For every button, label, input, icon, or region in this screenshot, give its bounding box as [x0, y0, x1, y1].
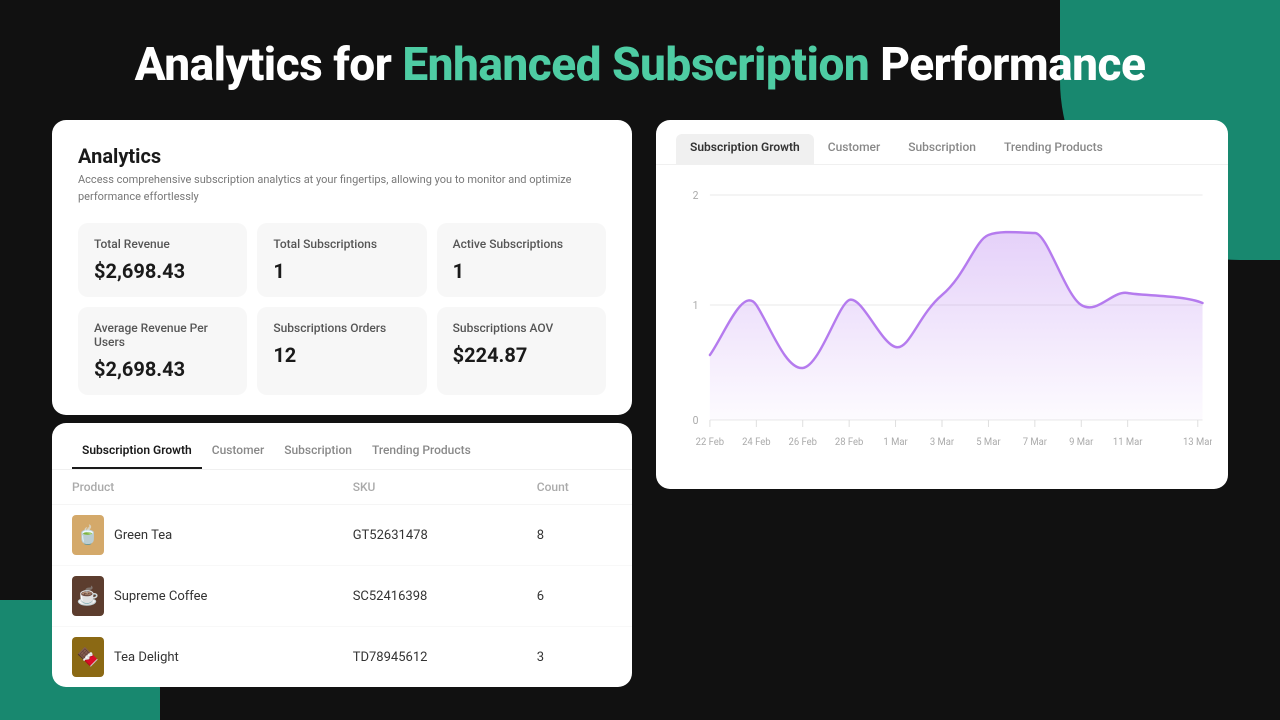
product-sku-2: TD78945612	[333, 627, 517, 688]
product-name-0: Green Tea	[114, 528, 172, 543]
svg-text:11 Mar: 11 Mar	[1113, 437, 1143, 448]
chart-card: Subscription GrowthCustomerSubscriptionT…	[656, 120, 1228, 489]
left-panel: Analytics Access comprehensive subscript…	[52, 120, 632, 687]
chart-tab-0[interactable]: Subscription Growth	[676, 134, 814, 164]
product-table: ProductSKUCount 🍵 Green Tea GT526314788 ☕ Su…	[52, 470, 632, 687]
subscription-growth-chart: 2 1 0	[672, 175, 1212, 475]
metrics-grid: Total Revenue $2,698.43 Total Subscription…	[78, 223, 606, 395]
svg-text:5 Mar: 5 Mar	[976, 437, 1001, 448]
right-panel: Subscription GrowthCustomerSubscriptionT…	[656, 120, 1228, 687]
chart-area: 2 1 0	[656, 165, 1228, 489]
product-count-0: 8	[517, 505, 632, 566]
chart-tab-1[interactable]: Customer	[814, 134, 894, 164]
page-header: Analytics for Enhanced Subscription Perf…	[0, 0, 1280, 120]
metric-label-3: Average Revenue Per Users	[94, 321, 231, 349]
svg-text:13 Mar: 13 Mar	[1183, 437, 1212, 448]
table-card: Subscription GrowthCustomerSubscriptionT…	[52, 423, 632, 687]
product-icon-0: 🍵	[72, 515, 104, 555]
table-row-2: 🍫 Tea Delight TD789456123	[52, 627, 632, 688]
title-accent: Enhanced Subscription	[402, 38, 869, 92]
metric-box-3: Average Revenue Per Users $2,698.43	[78, 307, 247, 395]
metric-value-5: $224.87	[453, 343, 590, 367]
svg-text:7 Mar: 7 Mar	[1023, 437, 1048, 448]
table-col-0: Product	[52, 470, 333, 505]
metric-label-5: Subscriptions AOV	[453, 321, 590, 335]
table-tab-1[interactable]: Customer	[202, 437, 274, 469]
table-header-row: ProductSKUCount	[52, 470, 632, 505]
table-tab-3[interactable]: Trending Products	[362, 437, 481, 469]
svg-text:0: 0	[693, 414, 699, 427]
table-tabs: Subscription GrowthCustomerSubscriptionT…	[52, 423, 632, 470]
product-count-2: 3	[517, 627, 632, 688]
metric-value-1: 1	[273, 259, 410, 283]
title-suffix: Performance	[869, 38, 1145, 92]
metric-value-2: 1	[453, 259, 590, 283]
table-row-1: ☕ Supreme Coffee SC524163986	[52, 566, 632, 627]
metric-value-3: $2,698.43	[94, 357, 231, 381]
product-cell-2: 🍫 Tea Delight	[52, 627, 333, 688]
metric-box-4: Subscriptions Orders 12	[257, 307, 426, 395]
svg-text:3 Mar: 3 Mar	[930, 437, 955, 448]
product-icon-2: 🍫	[72, 637, 104, 677]
metric-label-0: Total Revenue	[94, 237, 231, 251]
product-cell-0: 🍵 Green Tea	[52, 505, 333, 566]
analytics-desc: Access comprehensive subscription analyt…	[78, 172, 606, 205]
product-name-1: Supreme Coffee	[114, 589, 207, 604]
metric-value-4: 12	[273, 343, 410, 367]
svg-text:9 Mar: 9 Mar	[1069, 437, 1094, 448]
title-prefix: Analytics for	[135, 38, 403, 92]
page-title: Analytics for Enhanced Subscription Perf…	[40, 38, 1240, 92]
product-sku-0: GT52631478	[333, 505, 517, 566]
metric-box-1: Total Subscriptions 1	[257, 223, 426, 297]
metric-box-5: Subscriptions AOV $224.87	[437, 307, 606, 395]
table-row-0: 🍵 Green Tea GT526314788	[52, 505, 632, 566]
chart-fill-area	[710, 232, 1203, 420]
metric-label-4: Subscriptions Orders	[273, 321, 410, 335]
product-name-2: Tea Delight	[114, 650, 179, 665]
metric-box-2: Active Subscriptions 1	[437, 223, 606, 297]
metric-value-0: $2,698.43	[94, 259, 231, 283]
product-count-1: 6	[517, 566, 632, 627]
product-sku-1: SC52416398	[333, 566, 517, 627]
table-body: 🍵 Green Tea GT526314788 ☕ Supreme Coffee SC52…	[52, 505, 632, 688]
svg-text:1: 1	[693, 299, 699, 312]
svg-text:2: 2	[693, 189, 699, 202]
svg-text:22 Feb: 22 Feb	[696, 437, 725, 448]
metric-label-2: Active Subscriptions	[453, 237, 590, 251]
svg-text:28 Feb: 28 Feb	[835, 437, 864, 448]
chart-tab-2[interactable]: Subscription	[894, 134, 990, 164]
chart-tab-3[interactable]: Trending Products	[990, 134, 1117, 164]
analytics-title: Analytics	[78, 144, 606, 168]
svg-text:24 Feb: 24 Feb	[742, 437, 771, 448]
table-col-2: Count	[517, 470, 632, 505]
product-cell-1: ☕ Supreme Coffee	[52, 566, 333, 627]
svg-text:1 Mar: 1 Mar	[883, 437, 908, 448]
metric-label-1: Total Subscriptions	[273, 237, 410, 251]
product-icon-1: ☕	[72, 576, 104, 616]
table-tab-2[interactable]: Subscription	[274, 437, 362, 469]
table-col-1: SKU	[333, 470, 517, 505]
analytics-card: Analytics Access comprehensive subscript…	[52, 120, 632, 415]
main-content: Analytics Access comprehensive subscript…	[0, 120, 1280, 687]
metric-box-0: Total Revenue $2,698.43	[78, 223, 247, 297]
chart-tabs: Subscription GrowthCustomerSubscriptionT…	[656, 120, 1228, 165]
svg-text:26 Feb: 26 Feb	[789, 437, 818, 448]
table-tab-0[interactable]: Subscription Growth	[72, 437, 202, 469]
